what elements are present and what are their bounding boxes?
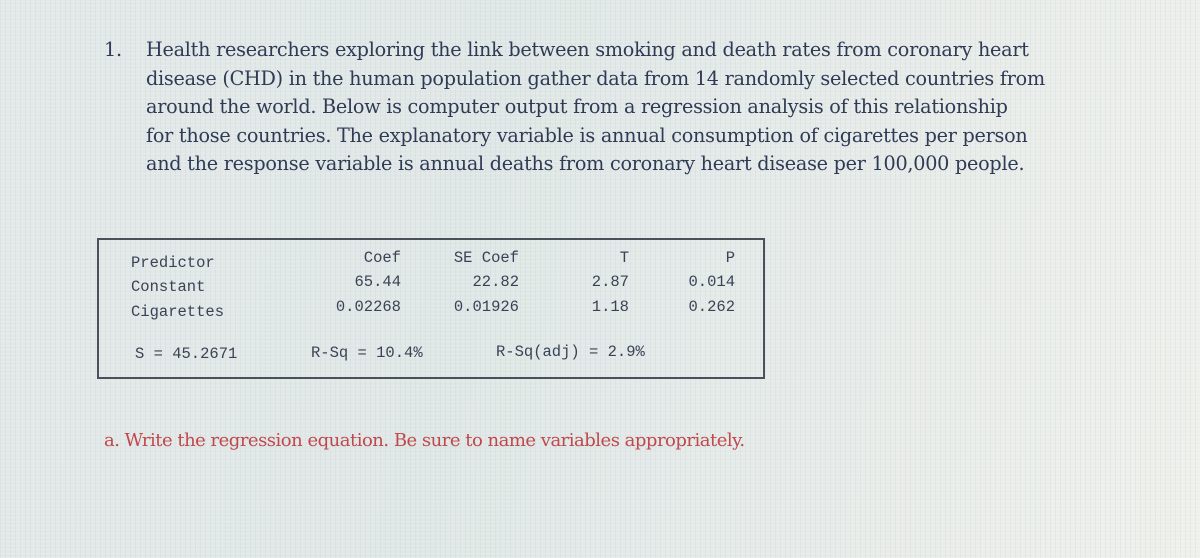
question-line-1: Health researchers exploring the link be… (146, 38, 1029, 61)
row-cigarettes-predictor: Cigarettes (131, 303, 225, 321)
summary-r-sq: R-Sq = 10.4% (311, 344, 423, 362)
question-number: 1. (104, 38, 122, 61)
header-p: P (725, 249, 735, 267)
question-line-3: around the world. Below is computer outp… (146, 95, 1008, 118)
question-line-4: for those countries. The explanatory var… (146, 123, 1028, 147)
question-1: 1. Health researchers exploring the link… (104, 36, 1144, 179)
part-a-prompt: a. Write the regression equation. Be sur… (104, 430, 745, 451)
row-cigarettes-t: 1.18 (591, 298, 629, 316)
header-predictor: Predictor (131, 254, 215, 272)
row-constant-se-coef: 22.82 (472, 273, 519, 291)
header-t: T (619, 249, 629, 267)
summary-s: S = 45.2671 (135, 345, 238, 363)
header-coef: Coef (363, 249, 401, 267)
row-cigarettes-coef: 0.02268 (335, 298, 401, 316)
row-cigarettes-p: 0.262 (688, 298, 735, 316)
question-line-2: disease (CHD) in the human population ga… (146, 66, 1045, 90)
header-se-coef: SE Coef (453, 249, 519, 267)
row-constant-predictor: Constant (131, 278, 206, 296)
row-constant-p: 0.014 (688, 273, 735, 291)
regression-output-box: Predictor Coef SE Coef T P Constant 65.4… (97, 238, 765, 379)
summary-r-sq-adj: R-Sq(adj) = 2.9% (496, 343, 645, 361)
row-cigarettes-se-coef: 0.01926 (453, 298, 519, 316)
row-constant-coef: 65.44 (354, 273, 401, 291)
question-line-5: and the response variable is annual deat… (146, 152, 1025, 175)
row-constant-t: 2.87 (591, 273, 629, 291)
